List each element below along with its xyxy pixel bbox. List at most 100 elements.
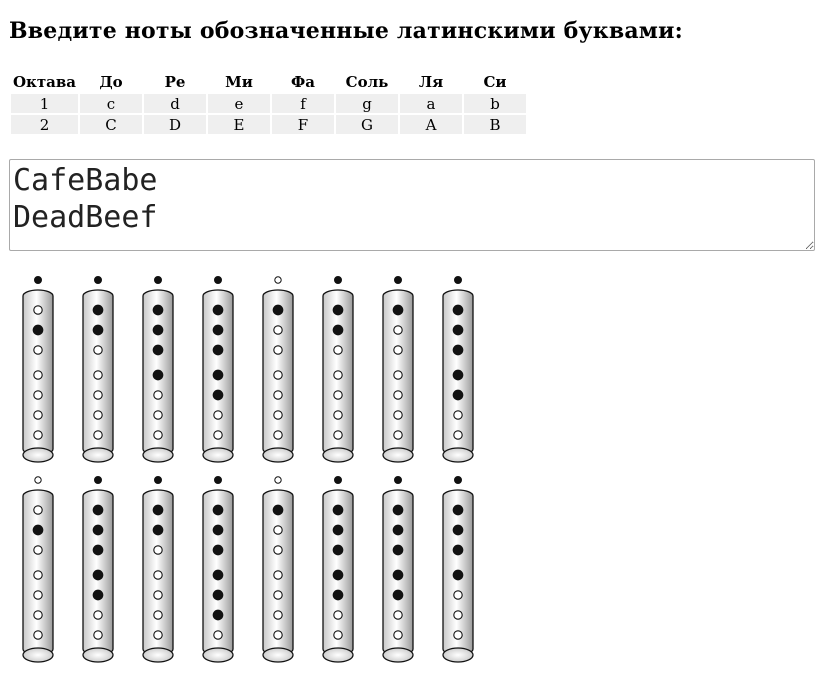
finger-hole-closed (212, 324, 224, 336)
finger-hole-open (93, 430, 103, 440)
finger-hole-closed (212, 544, 224, 556)
page-title: Введите ноты обозначенные латинскими бук… (9, 18, 683, 44)
table-cell: G (336, 115, 398, 134)
finger-hole-closed (332, 304, 344, 316)
flute-end (322, 647, 354, 663)
table-row: 1 c d e f g a b (11, 94, 526, 113)
header-re: Ре (164, 73, 186, 91)
finger-hole-closed (152, 344, 164, 356)
table-cell: c (80, 94, 142, 113)
finger-hole-open (273, 370, 283, 380)
table-cell: D (144, 115, 206, 134)
thumb-hole-open (34, 476, 42, 484)
thumb-hole-closed (454, 476, 462, 484)
finger-hole-open (93, 610, 103, 620)
flute-end (202, 647, 234, 663)
finger-hole-open (33, 305, 43, 315)
finger-hole-open (273, 325, 283, 335)
flute (22, 276, 54, 463)
header-sol: Соль (345, 73, 389, 91)
flute (82, 276, 114, 463)
finger-hole-open (273, 390, 283, 400)
finger-hole-open (453, 410, 463, 420)
header-mi: Ми (225, 73, 253, 91)
finger-hole-open (33, 570, 43, 580)
table-cell: a (400, 94, 462, 113)
finger-hole-closed (452, 389, 464, 401)
finger-hole-open (33, 545, 43, 555)
flute (442, 276, 474, 463)
flute-end (442, 647, 474, 663)
finger-hole-closed (32, 524, 44, 536)
finger-hole-closed (452, 524, 464, 536)
thumb-hole-closed (334, 276, 342, 284)
finger-hole-open (213, 410, 223, 420)
flute (382, 476, 414, 663)
finger-hole-closed (332, 569, 344, 581)
finger-hole-open (333, 410, 343, 420)
finger-hole-closed (212, 609, 224, 621)
flute (262, 476, 294, 663)
finger-hole-open (153, 430, 163, 440)
finger-hole-closed (332, 524, 344, 536)
finger-hole-closed (212, 569, 224, 581)
finger-hole-closed (212, 524, 224, 536)
finger-hole-closed (152, 304, 164, 316)
finger-hole-open (393, 370, 403, 380)
finger-hole-open (33, 505, 43, 515)
finger-hole-open (273, 590, 283, 600)
thumb-hole-closed (214, 476, 222, 484)
finger-hole-closed (392, 304, 404, 316)
table-cell: 2 (11, 115, 78, 134)
notes-input[interactable] (9, 159, 815, 251)
flute (142, 276, 174, 463)
finger-hole-open (453, 590, 463, 600)
thumb-hole-closed (394, 276, 402, 284)
flute-end (442, 447, 474, 463)
finger-hole-closed (152, 504, 164, 516)
finger-hole-open (153, 545, 163, 555)
finger-hole-closed (452, 304, 464, 316)
finger-hole-closed (152, 524, 164, 536)
finger-hole-open (213, 430, 223, 440)
flute-end (322, 447, 354, 463)
thumb-hole-closed (94, 276, 102, 284)
finger-hole-open (33, 590, 43, 600)
thumb-hole-closed (154, 476, 162, 484)
finger-hole-open (153, 610, 163, 620)
thumb-hole-closed (94, 476, 102, 484)
table-cell: 1 (11, 94, 78, 113)
finger-hole-open (393, 430, 403, 440)
table-row: 2 C D E F G A B (11, 115, 526, 134)
table-cell: E (208, 115, 270, 134)
finger-hole-closed (452, 544, 464, 556)
flute (322, 476, 354, 663)
finger-hole-open (333, 370, 343, 380)
flute (202, 276, 234, 463)
table-cell: F (272, 115, 334, 134)
flute-end (22, 647, 54, 663)
finger-hole-open (333, 630, 343, 640)
finger-hole-open (33, 345, 43, 355)
finger-hole-open (153, 630, 163, 640)
flute-end (142, 447, 174, 463)
finger-hole-open (273, 610, 283, 620)
finger-hole-closed (92, 589, 104, 601)
table-cell: B (464, 115, 526, 134)
finger-hole-open (393, 610, 403, 620)
finger-hole-open (213, 630, 223, 640)
finger-hole-closed (92, 324, 104, 336)
finger-hole-closed (392, 504, 404, 516)
flute (322, 276, 354, 463)
thumb-hole-closed (214, 276, 222, 284)
table-cell: g (336, 94, 398, 113)
finger-hole-open (393, 630, 403, 640)
finger-hole-open (273, 430, 283, 440)
finger-hole-open (33, 430, 43, 440)
finger-hole-closed (92, 304, 104, 316)
finger-hole-open (33, 370, 43, 380)
finger-hole-open (393, 325, 403, 335)
flute (262, 276, 294, 463)
finger-hole-closed (152, 324, 164, 336)
thumb-hole-open (274, 476, 282, 484)
